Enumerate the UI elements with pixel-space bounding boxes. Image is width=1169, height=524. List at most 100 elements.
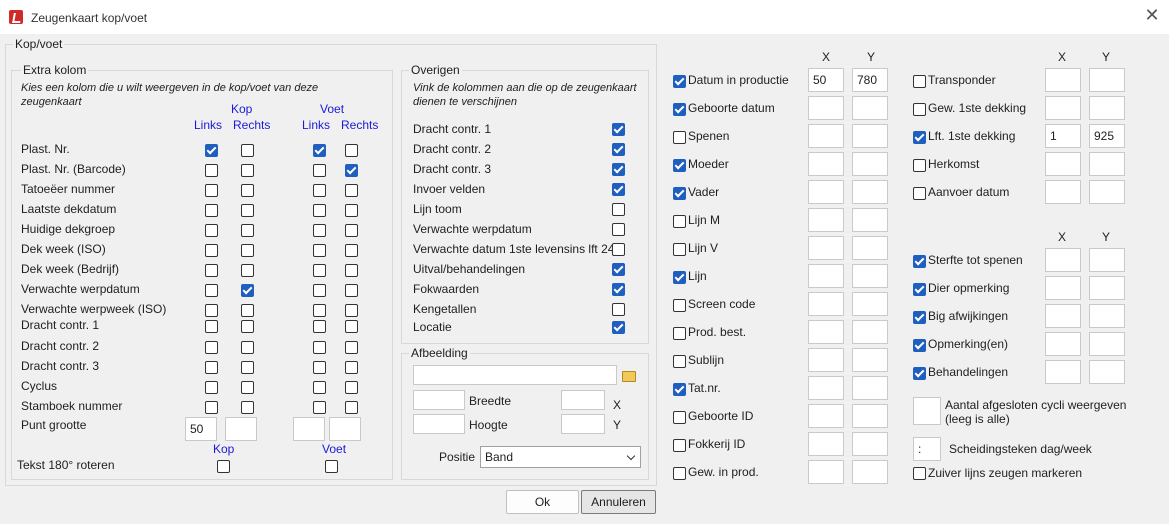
position-checkbox[interactable] bbox=[913, 339, 926, 352]
scheidingsteken-input[interactable]: : bbox=[913, 437, 941, 461]
extra-kolom-checkbox[interactable] bbox=[313, 224, 326, 237]
position-checkbox[interactable] bbox=[673, 131, 686, 144]
extra-kolom-checkbox[interactable] bbox=[205, 381, 218, 394]
position-y-input[interactable] bbox=[852, 404, 888, 428]
extra-kolom-checkbox[interactable] bbox=[205, 144, 218, 157]
extra-kolom-checkbox[interactable] bbox=[345, 320, 358, 333]
extra-kolom-checkbox[interactable] bbox=[241, 184, 254, 197]
extra-kolom-checkbox[interactable] bbox=[345, 284, 358, 297]
position-x-input[interactable] bbox=[808, 208, 844, 232]
breedte-x-input[interactable] bbox=[561, 390, 605, 410]
position-x-input[interactable]: 1 bbox=[1045, 124, 1081, 148]
position-y-input[interactable] bbox=[1089, 332, 1125, 356]
position-checkbox[interactable] bbox=[673, 103, 686, 116]
position-checkbox[interactable] bbox=[673, 411, 686, 424]
position-checkbox[interactable] bbox=[913, 255, 926, 268]
extra-kolom-checkbox[interactable] bbox=[313, 264, 326, 277]
position-checkbox[interactable] bbox=[673, 187, 686, 200]
position-checkbox[interactable] bbox=[913, 311, 926, 324]
punt-voet-rechts-input[interactable] bbox=[329, 417, 361, 441]
extra-kolom-checkbox[interactable] bbox=[241, 401, 254, 414]
overigen-checkbox[interactable] bbox=[612, 243, 625, 256]
position-y-input[interactable] bbox=[1089, 304, 1125, 328]
extra-kolom-checkbox[interactable] bbox=[313, 381, 326, 394]
position-checkbox[interactable] bbox=[673, 159, 686, 172]
position-x-input[interactable] bbox=[808, 152, 844, 176]
extra-kolom-checkbox[interactable] bbox=[345, 264, 358, 277]
position-x-input[interactable] bbox=[1045, 96, 1081, 120]
extra-kolom-checkbox[interactable] bbox=[205, 401, 218, 414]
position-checkbox[interactable] bbox=[913, 367, 926, 380]
position-x-input[interactable] bbox=[1045, 180, 1081, 204]
zuiver-lijns-checkbox[interactable] bbox=[913, 467, 926, 480]
position-checkbox[interactable] bbox=[673, 439, 686, 452]
position-x-input[interactable] bbox=[808, 376, 844, 400]
hoogte-input[interactable] bbox=[413, 414, 465, 434]
extra-kolom-checkbox[interactable] bbox=[241, 341, 254, 354]
position-checkbox[interactable] bbox=[913, 187, 926, 200]
position-y-input[interactable] bbox=[1089, 96, 1125, 120]
punt-kop-links-input[interactable]: 50 bbox=[185, 417, 217, 441]
extra-kolom-checkbox[interactable] bbox=[345, 361, 358, 374]
position-x-input[interactable] bbox=[1045, 360, 1081, 384]
extra-kolom-checkbox[interactable] bbox=[205, 184, 218, 197]
position-y-input[interactable] bbox=[852, 376, 888, 400]
extra-kolom-checkbox[interactable] bbox=[205, 204, 218, 217]
extra-kolom-checkbox[interactable] bbox=[345, 341, 358, 354]
position-x-input[interactable] bbox=[1045, 152, 1081, 176]
position-y-input[interactable] bbox=[1089, 276, 1125, 300]
extra-kolom-checkbox[interactable] bbox=[241, 361, 254, 374]
position-checkbox[interactable] bbox=[673, 327, 686, 340]
extra-kolom-checkbox[interactable] bbox=[313, 361, 326, 374]
position-y-input[interactable] bbox=[852, 152, 888, 176]
position-y-input[interactable] bbox=[1089, 68, 1125, 92]
extra-kolom-checkbox[interactable] bbox=[345, 304, 358, 317]
position-y-input[interactable] bbox=[852, 96, 888, 120]
extra-kolom-checkbox[interactable] bbox=[345, 244, 358, 257]
position-x-input[interactable] bbox=[808, 460, 844, 484]
position-x-input[interactable] bbox=[1045, 304, 1081, 328]
extra-kolom-checkbox[interactable] bbox=[241, 381, 254, 394]
extra-kolom-checkbox[interactable] bbox=[313, 204, 326, 217]
position-checkbox[interactable] bbox=[673, 355, 686, 368]
punt-kop-rechts-input[interactable] bbox=[225, 417, 257, 441]
position-checkbox[interactable] bbox=[673, 75, 686, 88]
position-x-input[interactable] bbox=[808, 320, 844, 344]
extra-kolom-checkbox[interactable] bbox=[313, 320, 326, 333]
close-icon[interactable]: ✕ bbox=[1142, 6, 1162, 26]
position-y-input[interactable] bbox=[1089, 360, 1125, 384]
position-checkbox[interactable] bbox=[913, 75, 926, 88]
extra-kolom-checkbox[interactable] bbox=[313, 164, 326, 177]
position-checkbox[interactable] bbox=[673, 215, 686, 228]
position-x-input[interactable] bbox=[808, 124, 844, 148]
position-y-input[interactable] bbox=[852, 236, 888, 260]
overigen-checkbox[interactable] bbox=[612, 303, 625, 316]
extra-kolom-checkbox[interactable] bbox=[241, 164, 254, 177]
position-y-input[interactable] bbox=[852, 124, 888, 148]
extra-kolom-checkbox[interactable] bbox=[241, 264, 254, 277]
position-checkbox[interactable] bbox=[673, 299, 686, 312]
extra-kolom-checkbox[interactable] bbox=[241, 244, 254, 257]
position-y-input[interactable]: 780 bbox=[852, 68, 888, 92]
position-checkbox[interactable] bbox=[913, 283, 926, 296]
position-checkbox[interactable] bbox=[673, 271, 686, 284]
overigen-checkbox[interactable] bbox=[612, 203, 625, 216]
extra-kolom-checkbox[interactable] bbox=[345, 204, 358, 217]
breedte-input[interactable] bbox=[413, 390, 465, 410]
overigen-checkbox[interactable] bbox=[612, 143, 625, 156]
overigen-checkbox[interactable] bbox=[612, 123, 625, 136]
extra-kolom-checkbox[interactable] bbox=[205, 244, 218, 257]
extra-kolom-checkbox[interactable] bbox=[313, 401, 326, 414]
overigen-checkbox[interactable] bbox=[612, 263, 625, 276]
extra-kolom-checkbox[interactable] bbox=[241, 320, 254, 333]
position-y-input[interactable] bbox=[852, 320, 888, 344]
extra-kolom-checkbox[interactable] bbox=[205, 341, 218, 354]
extra-kolom-checkbox[interactable] bbox=[345, 401, 358, 414]
extra-kolom-checkbox[interactable] bbox=[241, 204, 254, 217]
position-x-input[interactable] bbox=[808, 264, 844, 288]
extra-kolom-checkbox[interactable] bbox=[241, 224, 254, 237]
position-y-input[interactable] bbox=[852, 264, 888, 288]
overigen-checkbox[interactable] bbox=[612, 283, 625, 296]
extra-kolom-checkbox[interactable] bbox=[205, 264, 218, 277]
extra-kolom-checkbox[interactable] bbox=[205, 284, 218, 297]
